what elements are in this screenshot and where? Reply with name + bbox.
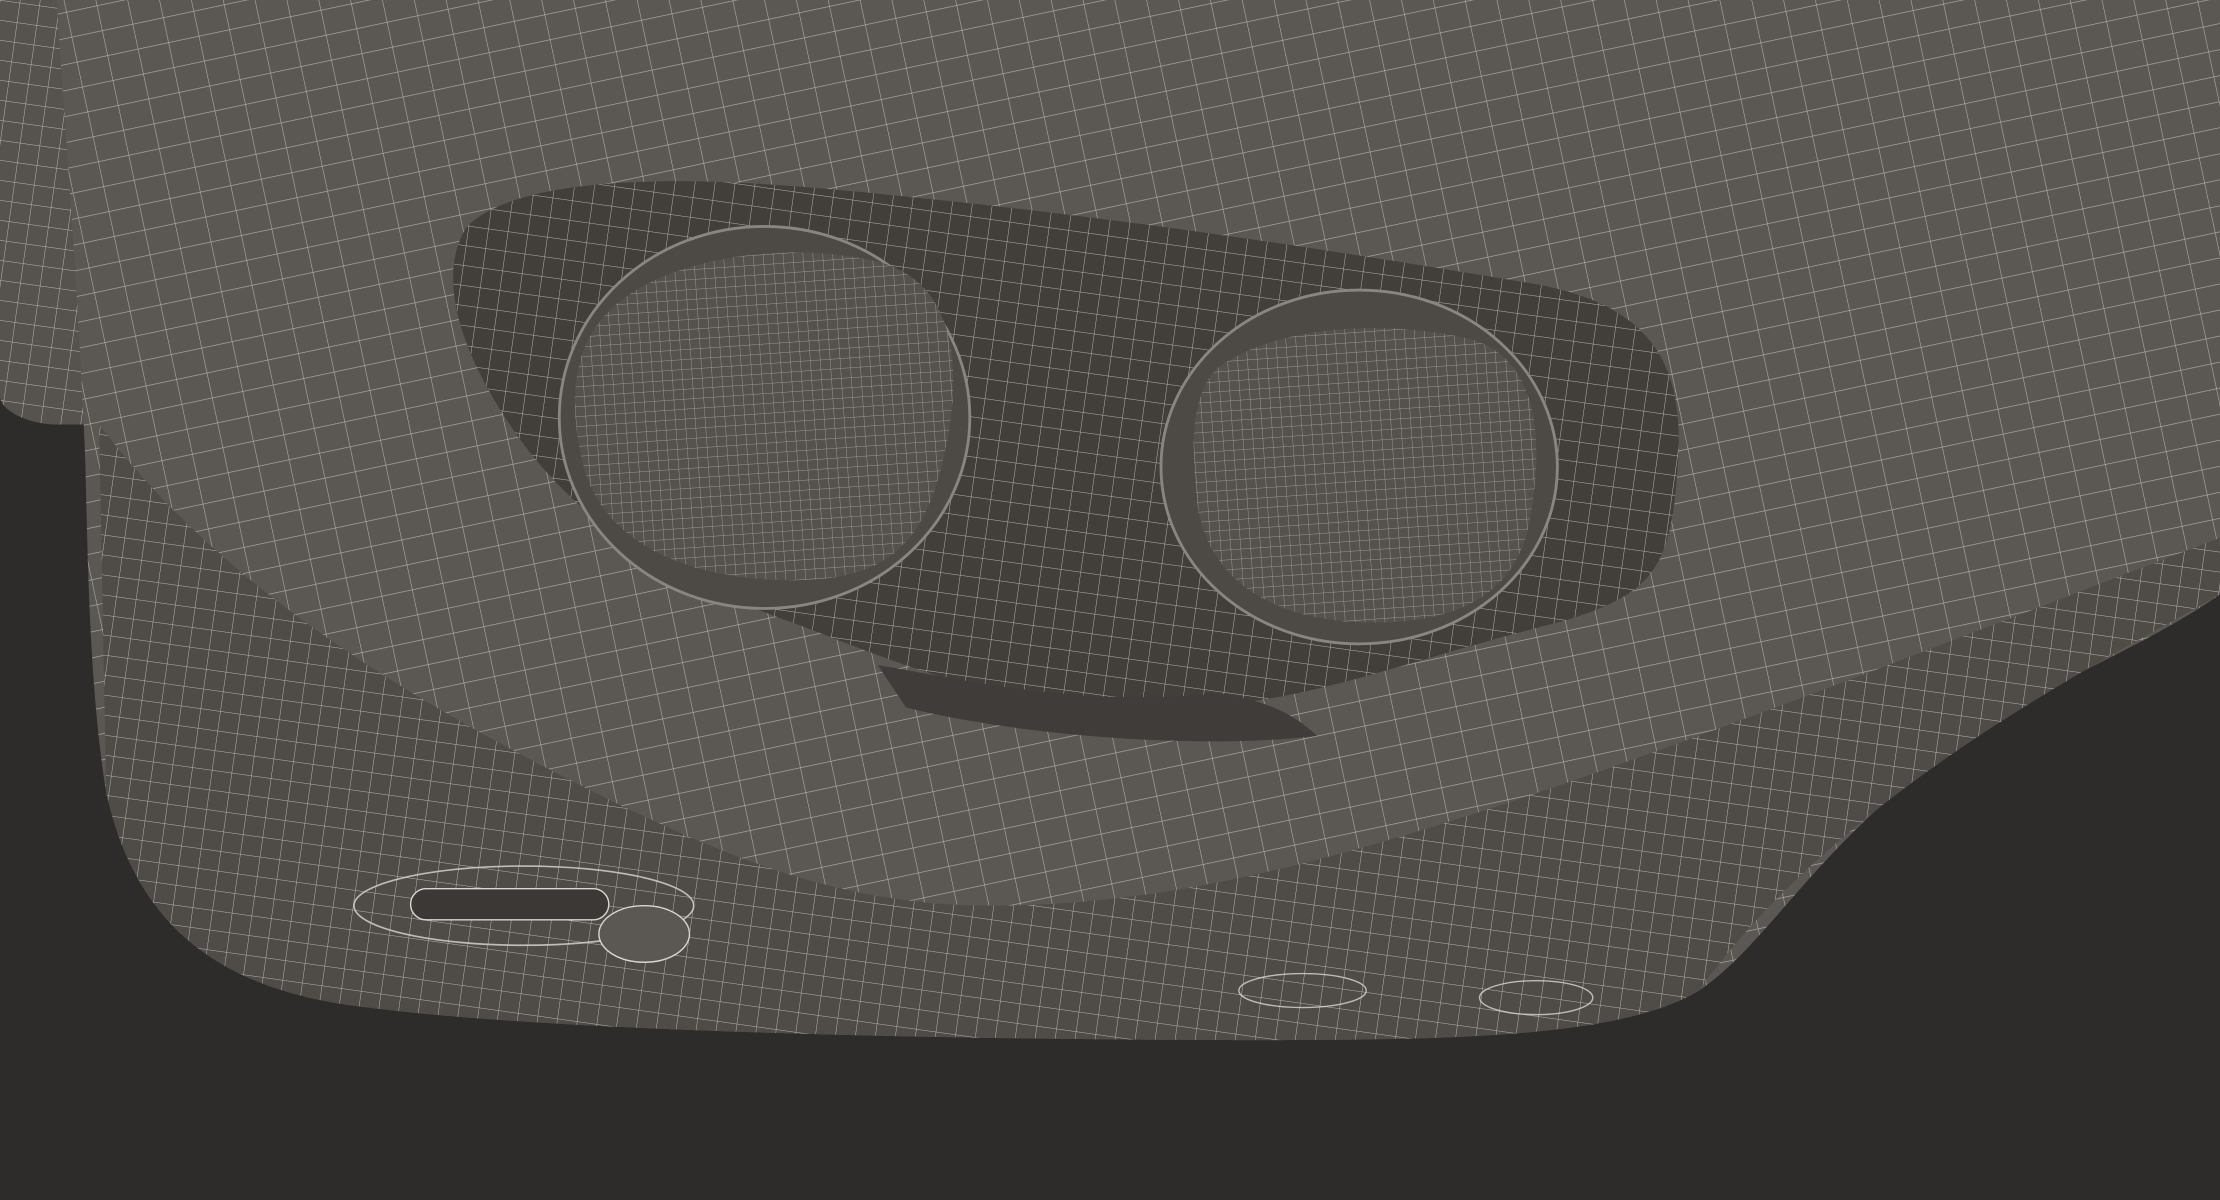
right-lens xyxy=(1159,288,1559,646)
wireframe-render xyxy=(0,0,2220,1200)
left-lens xyxy=(557,225,972,610)
